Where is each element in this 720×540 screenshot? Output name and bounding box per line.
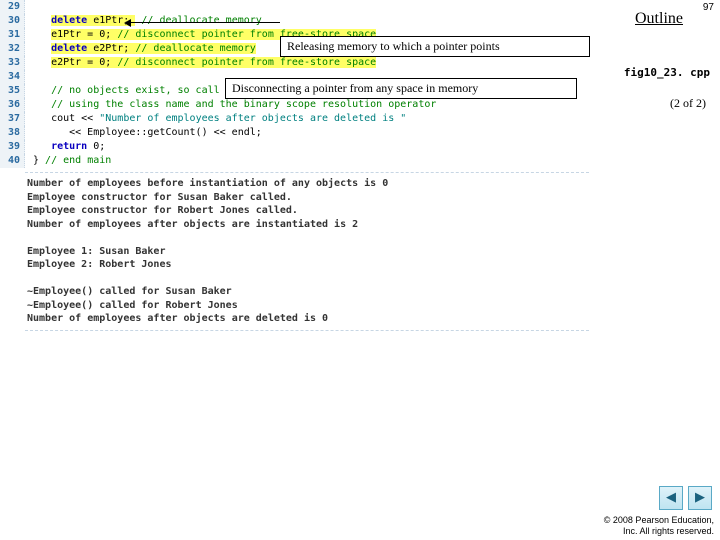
copyright-line: © 2008 Pearson Education, <box>604 515 714 525</box>
line-number: 29 <box>0 0 25 14</box>
arrow-line <box>130 22 280 23</box>
side-panel: 97 Outline fig10_23. cpp (2 of 2) ◀ ▶ © … <box>598 0 720 540</box>
code-text: // using the class name and the binary s… <box>25 98 436 112</box>
line-number: 32 <box>0 42 25 56</box>
code-text: return 0; <box>25 140 105 154</box>
page-indicator: (2 of 2) <box>670 96 706 111</box>
callout-disconnect: Disconnecting a pointer from any space i… <box>225 78 577 99</box>
copyright: © 2008 Pearson Education, Inc. All right… <box>604 515 714 536</box>
nav-controls: ◀ ▶ <box>657 486 712 510</box>
line-number: 38 <box>0 126 25 140</box>
slide-number: 97 <box>703 2 714 13</box>
code-text: cout << "Number of employees after objec… <box>25 112 406 126</box>
line-number: 31 <box>0 28 25 42</box>
code-text: delete e2Ptr; // deallocate memory <box>25 42 256 56</box>
triangle-left-icon: ◀ <box>666 489 676 504</box>
code-text: delete e1Ptr; // deallocate memory <box>25 14 262 28</box>
triangle-right-icon: ▶ <box>695 489 705 504</box>
code-text: e2Ptr = 0; // disconnect pointer from fr… <box>25 56 376 70</box>
copyright-line: Inc. All rights reserved. <box>604 526 714 536</box>
prev-button[interactable]: ◀ <box>659 486 683 510</box>
callout-text: Releasing memory to which a pointer poin… <box>287 39 500 53</box>
line-number: 39 <box>0 140 25 154</box>
line-number: 36 <box>0 98 25 112</box>
code-text: } // end main <box>25 154 111 168</box>
code-text: << Employee::getCount() << endl; <box>25 126 262 140</box>
program-output: Number of employees before instantiation… <box>25 172 589 331</box>
line-number: 35 <box>0 84 25 98</box>
callout-text: Disconnecting a pointer from any space i… <box>232 81 478 95</box>
line-number: 34 <box>0 70 25 84</box>
callout-release: Releasing memory to which a pointer poin… <box>280 36 590 57</box>
outline-heading: Outline <box>598 10 720 28</box>
next-button[interactable]: ▶ <box>688 486 712 510</box>
line-number: 33 <box>0 56 25 70</box>
line-number: 37 <box>0 112 25 126</box>
line-number: 30 <box>0 14 25 28</box>
source-filename: fig10_23. cpp <box>624 66 710 79</box>
line-number: 40 <box>0 154 25 168</box>
